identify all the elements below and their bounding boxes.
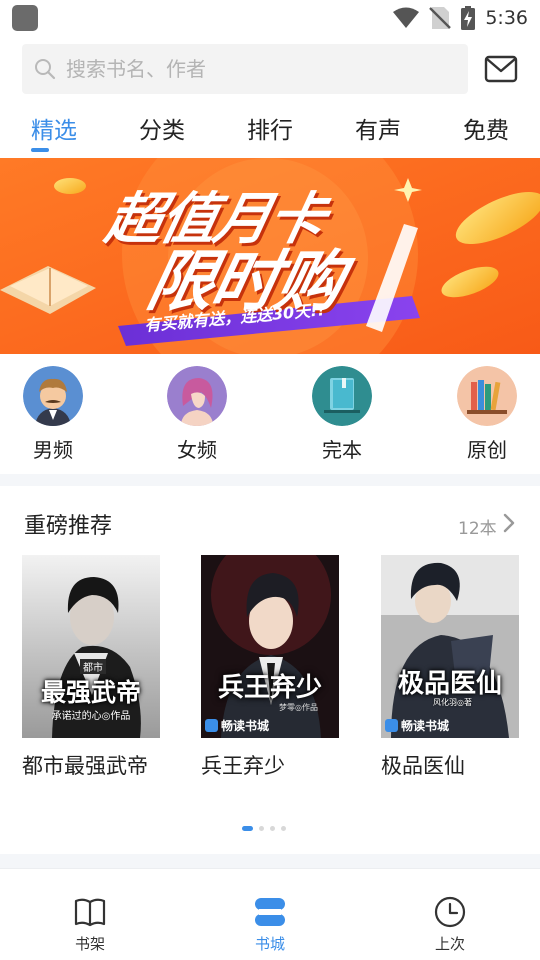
female-avatar-icon xyxy=(167,366,227,426)
search-row xyxy=(0,44,540,96)
cover-author: 风化羽◎著 xyxy=(433,698,472,707)
book-carousel: 都市 最强武帝 承诺过的心◎作品 都市最强武帝 兵王弃少 梦零◎作品 畅读书城 xyxy=(0,555,540,795)
mail-icon[interactable] xyxy=(484,54,518,84)
pager-dot[interactable] xyxy=(281,825,286,831)
category-original[interactable]: 原创 xyxy=(442,366,532,463)
tab-rankings[interactable]: 排行 xyxy=(230,108,310,154)
search-icon xyxy=(35,59,56,80)
book-item[interactable]: 都市 最强武帝 承诺过的心◎作品 都市最强武帝 xyxy=(22,555,160,780)
category-female[interactable]: 女频 xyxy=(152,366,242,463)
book-title[interactable]: 都市最强武帝 xyxy=(22,750,160,780)
tab-audio[interactable]: 有声 xyxy=(338,108,418,154)
nav-label: 书架 xyxy=(74,935,105,953)
category-male[interactable]: 男频 xyxy=(8,366,98,463)
category-label: 男频 xyxy=(33,438,73,462)
pager-dot[interactable] xyxy=(242,825,253,831)
bookshelf-nav-icon xyxy=(74,898,106,927)
book-item[interactable]: 兵王弃少 梦零◎作品 畅读书城 兵王弃少 xyxy=(201,555,339,780)
wifi-icon xyxy=(393,7,420,28)
tab-categories[interactable]: 分类 xyxy=(122,108,202,154)
cover-title: 极品医仙 xyxy=(397,669,502,699)
category-label: 完本 xyxy=(322,438,362,462)
category-tabs: 精选 分类 排行 有声 免费 xyxy=(0,108,540,158)
brand-logo-icon xyxy=(205,719,218,732)
brand-logo-icon xyxy=(385,719,398,732)
nav-label: 书城 xyxy=(254,935,285,953)
book-icon xyxy=(312,366,372,426)
carousel-pager xyxy=(242,825,286,831)
cover-title: 兵王弃少 xyxy=(217,673,322,703)
category-label: 原创 xyxy=(467,438,507,462)
book-cover[interactable]: 极品医仙 风化羽◎著 畅读书城 xyxy=(381,555,519,738)
cover-brand: 畅读书城 xyxy=(385,717,449,734)
book-cover[interactable]: 都市 最强武帝 承诺过的心◎作品 xyxy=(22,555,160,738)
pager-dot[interactable] xyxy=(259,825,264,831)
category-label: 女频 xyxy=(177,438,217,462)
tab-free[interactable]: 免费 xyxy=(446,108,526,154)
book-title[interactable]: 兵王弃少 xyxy=(201,750,339,780)
promo-banner[interactable]: 超值月卡 限时购 有买就有送，连送30天!! xyxy=(0,158,540,354)
book-cover[interactable]: 兵王弃少 梦零◎作品 畅读书城 xyxy=(201,555,339,738)
cover-author: 梦零◎作品 xyxy=(279,703,318,712)
pager-dot[interactable] xyxy=(270,825,275,831)
battery-charging-icon xyxy=(461,6,476,30)
no-sim-icon xyxy=(429,7,452,29)
app-notification-icon xyxy=(12,5,38,31)
nav-label: 上次 xyxy=(434,935,465,953)
status-bar: 5:36 xyxy=(0,0,540,36)
tab-featured[interactable]: 精选 xyxy=(14,108,94,154)
history-clock-icon xyxy=(434,896,466,928)
nav-bookshelf[interactable]: 书架 xyxy=(50,895,130,954)
section-count[interactable]: 12本 xyxy=(458,514,497,539)
category-completed[interactable]: 完本 xyxy=(297,366,387,463)
tab-indicator xyxy=(31,148,49,152)
section-divider xyxy=(0,474,540,486)
search-box[interactable] xyxy=(22,44,468,94)
recommend-header: 重磅推荐 12本 xyxy=(0,500,540,544)
status-time: 5:36 xyxy=(485,7,528,29)
category-shortcuts: 男频 女频 完本 原创 xyxy=(0,362,540,470)
book-title[interactable]: 极品医仙 xyxy=(381,750,519,780)
cover-author: 承诺过的心◎作品 xyxy=(51,711,131,722)
nav-recent[interactable]: 上次 xyxy=(410,895,490,954)
chevron-right-icon[interactable] xyxy=(502,512,516,534)
section-divider xyxy=(0,854,540,868)
cover-title: 最强武帝 xyxy=(40,678,141,707)
bookshelf-icon xyxy=(457,366,517,426)
cover-brand: 畅读书城 xyxy=(205,717,269,734)
section-title: 重磅推荐 xyxy=(24,514,113,539)
book-item[interactable]: 极品医仙 风化羽◎著 畅读书城 极品医仙 xyxy=(381,555,519,780)
bookstore-nav-icon xyxy=(255,898,285,926)
cover-tag: 都市 xyxy=(80,659,106,674)
search-input[interactable] xyxy=(66,57,446,81)
bottom-navigation: 书架 书城 上次 xyxy=(0,868,540,960)
male-avatar-icon xyxy=(23,366,83,426)
nav-bookstore[interactable]: 书城 xyxy=(230,895,310,954)
